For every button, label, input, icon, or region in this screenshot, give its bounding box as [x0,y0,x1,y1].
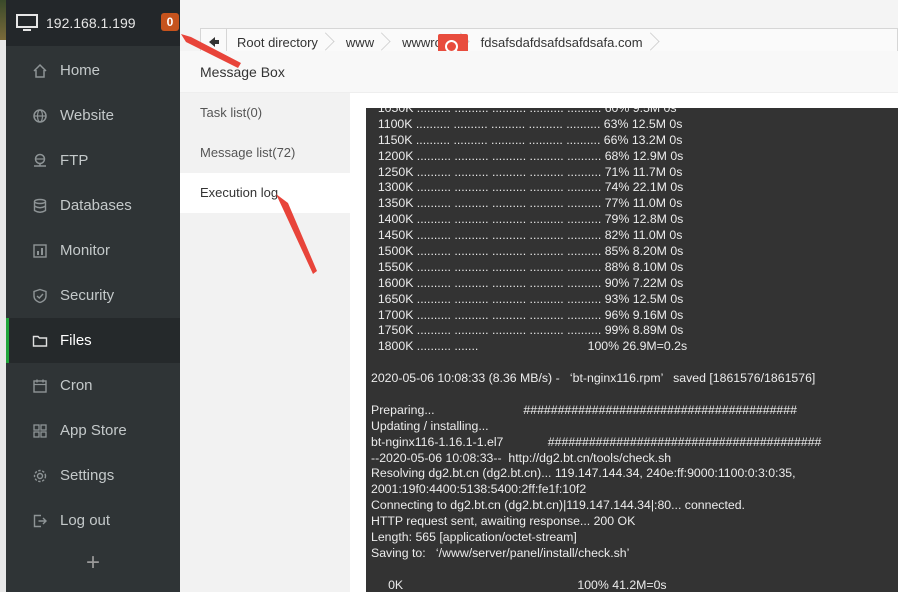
sidebar-item-cron[interactable]: Cron [6,363,180,408]
log-line: 1600K .......... .......... .......... .… [371,275,684,290]
log-line: 2001:19f0:4400:5138:5400:2ff:fe1f:10f2 [371,482,587,497]
monitor-icon [16,14,38,31]
monitor-chart-icon [33,243,47,258]
log-line: Preparing... ###########################… [371,402,797,417]
arrow-left-icon [208,37,219,47]
sidebar-item-files[interactable]: Files [6,318,180,363]
log-line: 1300K .......... .......... .......... .… [371,180,684,195]
log-line: 2020-05-06 10:08:33 (8.36 MB/s) - ‘bt-ng… [371,371,816,386]
sidebar-item-logout[interactable]: Log out [6,498,180,543]
log-line: 1350K .......... .......... .......... .… [371,196,683,211]
sidebar-header[interactable]: 192.168.1.199 0 [6,0,180,46]
log-line: Length: 565 [application/octet-stream] [371,530,577,545]
log-line: Saving to: ‘/www/server/panel/install/ch… [371,545,630,560]
sidebar-item-settings[interactable]: Settings [6,453,180,498]
log-line: 1200K .......... .......... .......... .… [371,148,684,163]
tab-message-list[interactable]: Message list(72) [180,133,350,173]
folder-icon [32,335,48,347]
log-line: bt-nginx116-1.16.1-1.el7 ###############… [371,434,822,449]
home-icon [33,63,47,78]
grid-icon [33,423,47,438]
ftp-icon [34,153,46,167]
sidebar-item-website[interactable]: Website [6,93,180,138]
message-box-tabs: Task list(0) Message list(72) Execution … [180,93,350,592]
log-lines: 1050K .......... .......... .......... .… [366,108,898,592]
sidebar-item-home[interactable]: Home [6,48,180,93]
message-box-title: Message Box [180,51,898,93]
log-line: 1250K .......... .......... .......... .… [371,164,683,179]
log-line: Connecting to dg2.bt.cn (dg2.bt.cn)|119.… [371,498,745,513]
tab-execution-log[interactable]: Execution log [180,173,350,213]
execution-log-output[interactable]: 1050K .......... .......... .......... .… [366,108,898,592]
log-line: 1500K .......... .......... .......... .… [371,244,684,259]
sidebar-item-databases[interactable]: Databases [6,183,180,228]
log-line: 1050K .......... .......... .......... .… [371,108,677,115]
log-line: HTTP request sent, awaiting response... … [371,514,636,529]
shield-icon [33,288,47,303]
log-line: 0K 100% 41.2M=0s [371,577,667,592]
tab-task-list[interactable]: Task list(0) [180,93,350,133]
logout-icon [33,514,47,527]
log-line: 1800K .......... ....... 100% 26.9M=0.2s [371,339,688,354]
sidebar-item-ftp[interactable]: FTP [6,138,180,183]
sidebar-item-app-store[interactable]: App Store [6,408,180,453]
sidebar-item-monitor[interactable]: Monitor [6,228,180,273]
server-ip: 192.168.1.199 [46,15,136,31]
log-line: 1650K .......... .......... .......... .… [371,291,684,306]
globe-icon [33,108,47,123]
sidebar: 192.168.1.199 0 Home Website FTP Databas… [6,0,180,592]
calendar-icon [33,379,47,393]
log-line: 1550K .......... .......... .......... .… [371,259,684,274]
log-line: 1750K .......... .......... .......... .… [371,323,684,338]
message-badge[interactable]: 0 [161,13,179,31]
log-line: Resolving dg2.bt.cn (dg2.bt.cn)... 119.1… [371,466,796,481]
log-line: 1400K .......... .......... .......... .… [371,212,684,227]
log-line: Updating / installing... [371,418,489,433]
log-line: 1150K .......... .......... .......... .… [371,132,683,147]
add-button[interactable]: + [6,543,180,583]
message-box: Message Box Task list(0) Message list(72… [180,51,898,592]
sidebar-item-security[interactable]: Security [6,273,180,318]
log-line: 1450K .......... .......... .......... .… [371,228,683,243]
log-line: 1700K .......... .......... .......... .… [371,307,684,322]
gear-icon [33,469,47,482]
log-line: 1100K .......... .......... .......... .… [371,116,683,131]
database-icon [33,198,47,213]
log-line: --2020-05-06 10:08:33-- http://dg2.bt.cn… [371,450,672,465]
